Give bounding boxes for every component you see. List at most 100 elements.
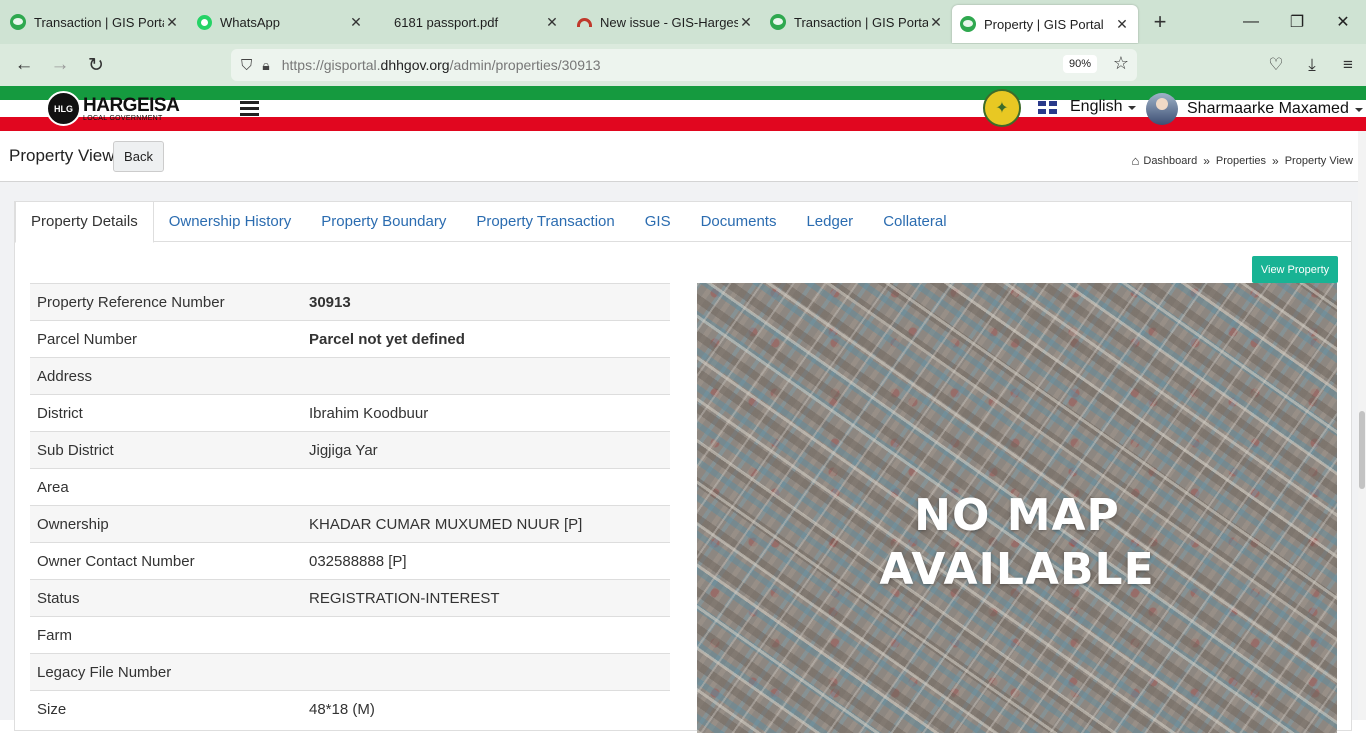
- tab-property-details[interactable]: Property Details: [15, 202, 154, 243]
- url-prefix: https://gisportal.: [281, 57, 381, 73]
- restore-icon[interactable]: ❐: [1274, 0, 1320, 44]
- hamburger-menu-icon[interactable]: [240, 101, 259, 119]
- row-value: REGISTRATION-INTEREST: [302, 579, 670, 617]
- government-seal-icon: ✦: [983, 89, 1021, 127]
- url-text[interactable]: https://gisportal.dhhgov.org/admin/prope…: [282, 57, 601, 73]
- menu-icon[interactable]: ≡: [1330, 55, 1366, 75]
- tab-property-transaction[interactable]: Property Transaction: [461, 202, 629, 242]
- tab-ownership-history[interactable]: Ownership History: [154, 202, 307, 242]
- uk-flag-icon: [1038, 100, 1057, 114]
- scrollbar-thumb[interactable]: [1359, 411, 1365, 489]
- tab-property-boundary[interactable]: Property Boundary: [306, 202, 461, 242]
- table-row: Property Reference Number 30913: [30, 283, 670, 321]
- row-label: Status: [30, 579, 302, 617]
- row-label: Address: [30, 357, 302, 395]
- tab-title: WhatsApp: [220, 14, 280, 30]
- main-content: Property Details Ownership History Prope…: [0, 182, 1366, 733]
- site-logo[interactable]: HLG HARGEISA LOCAL GOVERNMENT: [46, 91, 180, 126]
- browser-tab-passport-pdf[interactable]: 6181 passport.pdf ✕: [372, 4, 568, 40]
- row-value: [302, 616, 670, 654]
- address-bar[interactable]: ⛉ 🔒︎ https://gisportal.dhhgov.org/admin/…: [231, 49, 1137, 81]
- breadcrumb-separator: »: [1203, 153, 1210, 168]
- close-icon[interactable]: ✕: [1114, 16, 1130, 33]
- row-value: [302, 653, 670, 691]
- table-row: Ownership KHADAR CUMAR MUXUMED NUUR [P]: [30, 505, 670, 543]
- language-selector[interactable]: English: [1038, 98, 1137, 116]
- tab-collateral[interactable]: Collateral: [868, 202, 961, 242]
- page-title: Property View: [9, 146, 115, 165]
- tab-title: Property | GIS Portal: [984, 16, 1104, 32]
- property-tabs: Property Details Ownership History Prope…: [15, 202, 1351, 243]
- lock-icon[interactable]: 🔒︎: [262, 57, 269, 74]
- gitlab-icon: [576, 14, 592, 30]
- logo-title: HARGEISA: [83, 94, 180, 116]
- tab-ledger[interactable]: Ledger: [791, 202, 868, 242]
- row-label: Sub District: [30, 431, 302, 469]
- tab-title: New issue - GIS-Hargesia: [600, 14, 738, 30]
- table-row: Farm: [30, 616, 670, 654]
- forward-arrow-icon[interactable]: →: [42, 54, 78, 76]
- browser-tab-new-issue[interactable]: New issue - GIS-Hargesia ✕: [568, 4, 762, 40]
- back-arrow-icon[interactable]: ←: [6, 54, 42, 76]
- table-row: Address: [30, 357, 670, 395]
- page-scrollbar[interactable]: [1358, 131, 1366, 720]
- row-value: Parcel not yet defined: [302, 320, 670, 358]
- no-map-message: NO MAP AVAILABLE: [697, 489, 1337, 597]
- tab-title: Transaction | GIS Portal: [794, 14, 928, 30]
- gis-portal-icon: [10, 14, 26, 30]
- no-map-line-1: NO MAP: [914, 490, 1120, 541]
- row-label: Property Reference Number: [30, 283, 302, 321]
- shield-icon[interactable]: ⛉: [241, 57, 252, 74]
- table-row: Status REGISTRATION-INTEREST: [30, 579, 670, 617]
- row-value: [302, 357, 670, 395]
- row-value: 48*18 (M): [302, 690, 670, 728]
- pocket-icon[interactable]: ♡: [1258, 55, 1294, 75]
- close-icon[interactable]: ✕: [348, 14, 364, 31]
- bookmark-star-icon[interactable]: ☆: [1113, 53, 1129, 74]
- row-value: 032588888 [P]: [302, 542, 670, 580]
- tab-gis[interactable]: GIS: [630, 202, 686, 242]
- row-label: Ownership: [30, 505, 302, 543]
- close-icon[interactable]: ✕: [164, 14, 180, 31]
- no-map-line-2: AVAILABLE: [879, 544, 1155, 595]
- property-reference-link[interactable]: 30913: [302, 283, 670, 321]
- property-details-table: Property Reference Number 30913 Parcel Nu…: [30, 283, 670, 728]
- user-name: Sharmaarke Maxamed: [1187, 100, 1349, 117]
- home-icon: ⌂: [1131, 153, 1140, 168]
- page-title-bar: Property View Back ⌂ Dashboard » Propert…: [0, 131, 1366, 182]
- tab-documents[interactable]: Documents: [686, 202, 792, 242]
- browser-tab-property[interactable]: Property | GIS Portal ✕: [952, 5, 1138, 43]
- zoom-level-badge[interactable]: 90%: [1062, 55, 1097, 73]
- table-row: District Ibrahim Koodbuur: [30, 394, 670, 432]
- user-menu[interactable]: Sharmaarke Maxamed: [1146, 93, 1363, 125]
- row-label: Farm: [30, 616, 302, 654]
- breadcrumb-dashboard[interactable]: Dashboard: [1143, 155, 1197, 167]
- breadcrumb-properties[interactable]: Properties: [1216, 155, 1266, 167]
- close-icon[interactable]: ✕: [928, 14, 944, 31]
- row-value: KHADAR CUMAR MUXUMED NUUR [P]: [302, 505, 670, 543]
- close-icon[interactable]: ✕: [738, 14, 754, 31]
- browser-tab-whatsapp[interactable]: WhatsApp ✕: [188, 4, 372, 40]
- row-value: [302, 468, 670, 506]
- gis-portal-icon: [960, 16, 976, 32]
- download-icon[interactable]: ⤓: [1294, 55, 1330, 75]
- reload-icon[interactable]: ↻: [78, 54, 114, 77]
- close-icon[interactable]: ✕: [544, 14, 560, 31]
- browser-tab-transaction[interactable]: Transaction | GIS Portal ✕: [2, 4, 188, 40]
- language-label: English: [1070, 98, 1123, 115]
- row-label: Parcel Number: [30, 320, 302, 358]
- close-window-icon[interactable]: ✕: [1320, 0, 1366, 44]
- back-button[interactable]: Back: [113, 141, 164, 172]
- gis-portal-icon: [770, 14, 786, 30]
- view-property-button[interactable]: View Property: [1252, 256, 1338, 283]
- row-label: Legacy File Number: [30, 653, 302, 691]
- table-row: Size 48*18 (M): [30, 690, 670, 728]
- url-domain: dhhgov.org: [380, 57, 450, 73]
- row-label: Owner Contact Number: [30, 542, 302, 580]
- breadcrumb: ⌂ Dashboard » Properties » Property View: [1132, 153, 1353, 168]
- whatsapp-icon: [196, 14, 212, 30]
- minimize-icon[interactable]: —: [1228, 0, 1274, 44]
- browser-tab-transaction-2[interactable]: Transaction | GIS Portal ✕: [762, 4, 952, 40]
- new-tab-button[interactable]: +: [1144, 9, 1176, 35]
- table-row: Parcel Number Parcel not yet defined: [30, 320, 670, 358]
